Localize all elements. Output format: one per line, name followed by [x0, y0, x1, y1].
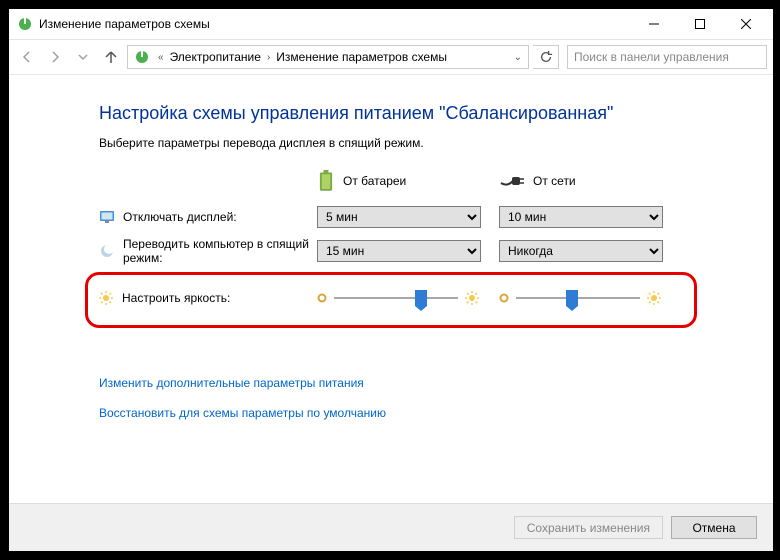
recent-dropdown[interactable] [71, 45, 95, 69]
plug-icon [499, 173, 525, 189]
brightness-plugged-slider[interactable] [498, 289, 662, 307]
breadcrumb-item[interactable]: Изменение параметров схемы [274, 50, 449, 64]
breadcrumb[interactable]: « Электропитание › Изменение параметров … [127, 45, 529, 69]
chevron-right-icon: « [154, 52, 168, 63]
page-heading: Настройка схемы управления питанием "Сба… [99, 103, 683, 124]
column-battery: От батареи [317, 170, 481, 192]
toolbar: « Электропитание › Изменение параметров … [9, 39, 773, 75]
advanced-settings-link[interactable]: Изменить дополнительные параметры питани… [99, 376, 683, 390]
forward-button[interactable] [43, 45, 67, 69]
cancel-button[interactable]: Отмена [671, 516, 757, 539]
row-display-off: Отключать дисплей: 5 мин 10 мин [99, 202, 683, 232]
window-title: Изменение параметров схемы [39, 17, 631, 31]
monitor-icon [99, 209, 115, 225]
titlebar: Изменение параметров схемы [9, 9, 773, 39]
sleep-battery-select[interactable]: 15 мин [317, 240, 481, 262]
content-area: Настройка схемы управления питанием "Сба… [9, 75, 773, 446]
sun-icon [98, 290, 114, 306]
brightness-highlight: Настроить яркость: [85, 272, 697, 328]
sun-small-icon [316, 292, 328, 304]
restore-defaults-link[interactable]: Восстановить для схемы параметры по умол… [99, 406, 683, 420]
moon-icon [99, 243, 115, 259]
search-input[interactable]: Поиск в панели управления [567, 45, 767, 69]
row-sleep: Переводить компьютер в спящий режим: 15 … [99, 236, 683, 266]
close-button[interactable] [723, 10, 769, 38]
minimize-button[interactable] [631, 10, 677, 38]
sleep-plugged-select[interactable]: Никогда [499, 240, 663, 262]
display-off-battery-select[interactable]: 5 мин [317, 206, 481, 228]
save-button[interactable]: Сохранить изменения [514, 516, 663, 539]
breadcrumb-item[interactable]: Электропитание [168, 50, 263, 64]
sun-large-icon [646, 290, 662, 306]
refresh-button[interactable] [533, 45, 559, 69]
display-off-plugged-select[interactable]: 10 мин [499, 206, 663, 228]
row-brightness: Настроить яркость: [98, 283, 684, 313]
maximize-button[interactable] [677, 10, 723, 38]
brightness-battery-slider[interactable] [316, 289, 480, 307]
search-placeholder: Поиск в панели управления [574, 50, 729, 64]
sun-large-icon [464, 290, 480, 306]
chevron-down-icon[interactable]: ⌄ [510, 52, 526, 63]
chevron-right-icon: › [263, 52, 274, 63]
window-frame: Изменение параметров схемы « Электропита… [8, 8, 774, 552]
links-section: Изменить дополнительные параметры питани… [99, 376, 683, 420]
up-button[interactable] [99, 45, 123, 69]
column-headers: От батареи От сети [317, 170, 683, 192]
power-options-icon [134, 49, 150, 65]
footer-bar: Сохранить изменения Отмена [9, 503, 773, 551]
page-subtitle: Выберите параметры перевода дисплея в сп… [99, 136, 683, 150]
power-options-icon [17, 16, 33, 32]
sun-small-icon [498, 292, 510, 304]
back-button[interactable] [15, 45, 39, 69]
column-plugged: От сети [499, 170, 663, 192]
battery-icon [317, 170, 335, 192]
